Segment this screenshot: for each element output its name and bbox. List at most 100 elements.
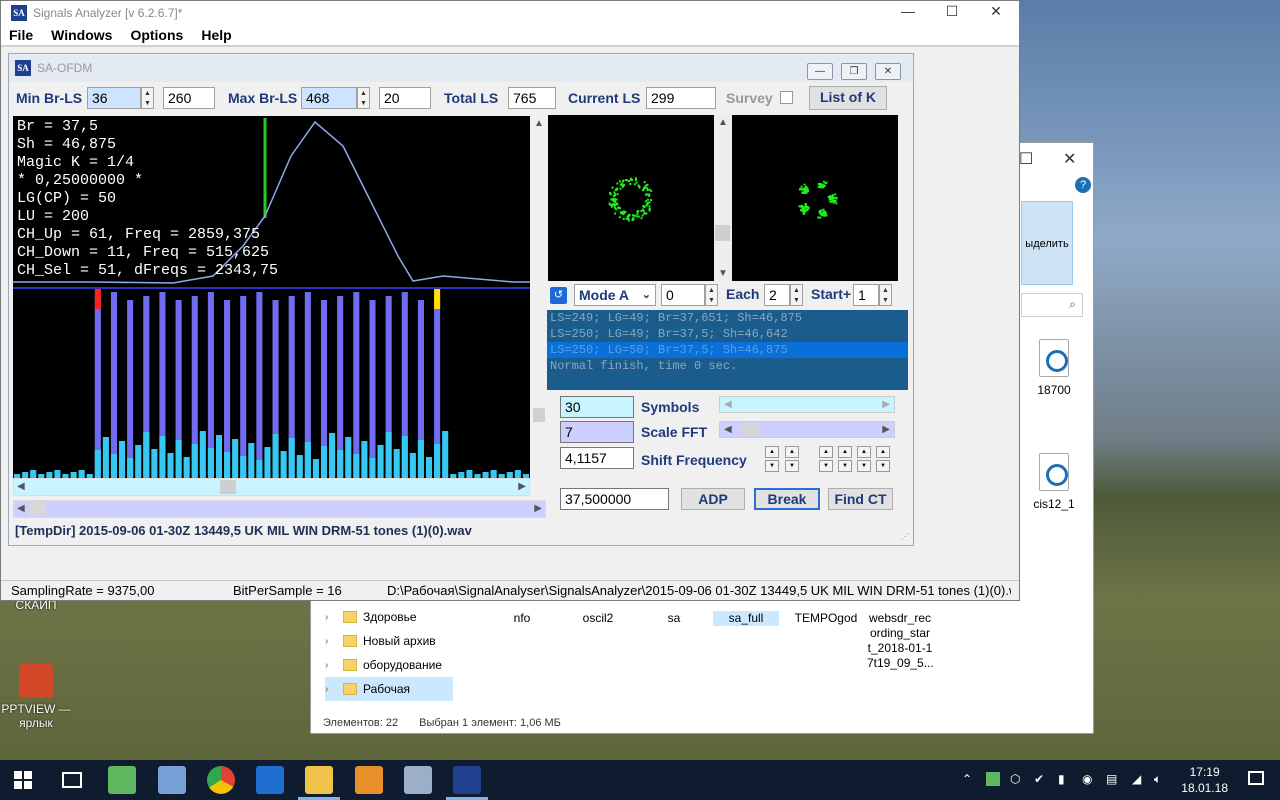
menu-windows[interactable]: Windows: [51, 27, 112, 43]
frequency-input[interactable]: 37,500000: [560, 488, 669, 510]
presentation-app-icon[interactable]: [355, 766, 383, 794]
list-item[interactable]: LS=250; LG=49; Br=37,5; Sh=46,642: [547, 326, 908, 342]
paint-app-icon[interactable]: [158, 766, 186, 794]
file-item[interactable]: 18700: [1021, 339, 1087, 398]
shift-fine2-down[interactable]: ▼: [838, 460, 852, 472]
file-item[interactable]: TEMPOgod: [793, 611, 859, 626]
plot-horizontal-scrollbar[interactable]: ◀ ▶: [13, 478, 530, 496]
file-item[interactable]: sa: [641, 611, 707, 626]
chrome-icon[interactable]: [207, 766, 235, 794]
shift-coarse2-down[interactable]: ▼: [785, 460, 799, 472]
edge-icon[interactable]: [256, 766, 284, 794]
shift-coarse2-up[interactable]: ▲: [785, 446, 799, 458]
scroll-thumb[interactable]: [220, 480, 236, 494]
select-ribbon-button[interactable]: ыделить: [1021, 201, 1073, 285]
min-br-ls-extra-input[interactable]: 260: [163, 87, 215, 109]
tray-battery-icon[interactable]: ▮: [1058, 772, 1065, 786]
plot-zoom-scrollbar[interactable]: ◀ ▶: [13, 500, 546, 518]
shift-fine2-up[interactable]: ▲: [838, 446, 852, 458]
tray-messenger-icon[interactable]: ◉: [1082, 772, 1092, 786]
tree-item-folder[interactable]: › Здоровье: [325, 605, 453, 629]
tree-item-folder[interactable]: › оборудование: [325, 653, 453, 677]
splitter-handle[interactable]: [533, 408, 545, 422]
start-stepper[interactable]: ▲ ▼: [879, 284, 892, 306]
start-windows-icon[interactable]: [14, 771, 32, 789]
symbols-slider[interactable]: ◀ ▶: [719, 396, 895, 413]
max-br-ls-extra-input[interactable]: 20: [379, 87, 431, 109]
list-item-selected[interactable]: LS=250; LG=50; Br=37,5; Sh=46,875: [547, 342, 908, 358]
menu-help[interactable]: Help: [201, 27, 231, 43]
plot-vertical-scrollbar[interactable]: ▲: [530, 116, 547, 480]
help-icon[interactable]: ?: [1075, 177, 1091, 193]
file-explorer-icon[interactable]: [305, 766, 333, 794]
utility-app-icon[interactable]: [404, 766, 432, 794]
shift-fine3-up[interactable]: ▲: [857, 446, 871, 458]
each-input[interactable]: 2: [764, 284, 790, 306]
minimize-icon[interactable]: —: [807, 63, 833, 80]
shift-frequency-input[interactable]: 4,1157: [560, 447, 634, 469]
taskbar-clock[interactable]: 17:19 18.01.18: [1181, 764, 1228, 796]
scroll-thumb[interactable]: [715, 225, 730, 241]
menu-file[interactable]: File: [9, 27, 33, 43]
result-log-list[interactable]: LS=249; LG=49; Br=37,651; Sh=46,875 LS=2…: [547, 310, 908, 390]
scroll-left-icon[interactable]: ◀: [17, 503, 25, 514]
desktop-icon-pptview[interactable]: PPTVIEW — ярлык: [0, 664, 72, 730]
min-br-ls-input[interactable]: 36: [87, 87, 141, 109]
scroll-left-icon[interactable]: ◀: [17, 481, 25, 492]
search-input[interactable]: ⌕: [1021, 293, 1083, 317]
maximize-icon[interactable]: ☐: [1019, 149, 1033, 169]
mode-select[interactable]: Mode A ⌄: [574, 284, 656, 306]
close-icon[interactable]: ✕: [875, 63, 901, 80]
file-item-selected[interactable]: sa_full: [713, 611, 779, 626]
menu-options[interactable]: Options: [130, 27, 183, 43]
scroll-right-icon[interactable]: ▶: [534, 503, 542, 514]
file-item[interactable]: oscil2: [565, 611, 631, 626]
scroll-down-icon[interactable]: ▼: [718, 268, 728, 279]
tray-language-icon[interactable]: ▤: [1106, 772, 1117, 786]
scroll-right-icon[interactable]: ▶: [518, 481, 526, 492]
signals-analyzer-taskbar-icon[interactable]: [453, 766, 481, 794]
constellation-scrollbar[interactable]: ▲ ▼: [714, 115, 731, 281]
scroll-right-icon[interactable]: ▶: [882, 399, 890, 410]
each-stepper[interactable]: ▲ ▼: [790, 284, 803, 306]
shift-fine1-down[interactable]: ▼: [819, 460, 833, 472]
mode-number-input[interactable]: 0: [661, 284, 705, 306]
close-icon[interactable]: ✕: [1063, 149, 1076, 169]
tree-item-folder-selected[interactable]: › Рабочая: [325, 677, 453, 701]
file-item[interactable]: websdr_rec ording_star t_2018-01-1 7t19_…: [867, 611, 934, 671]
tray-check-icon[interactable]: ✔: [1034, 772, 1044, 786]
close-icon[interactable]: ✕: [973, 3, 1019, 23]
shift-fine4-up[interactable]: ▲: [876, 446, 890, 458]
max-br-ls-input[interactable]: 468: [301, 87, 357, 109]
list-item[interactable]: LS=249; LG=49; Br=37,651; Sh=46,875: [547, 310, 908, 326]
tray-volume-icon[interactable]: 🔈︎: [1154, 772, 1161, 787]
maximize-icon[interactable]: ☐: [929, 3, 975, 23]
tree-item-folder[interactable]: › Новый архив: [325, 629, 453, 653]
minimize-icon[interactable]: —: [885, 3, 931, 23]
survey-checkbox[interactable]: [780, 91, 793, 104]
notifications-icon[interactable]: [1248, 771, 1264, 785]
tray-app-icon[interactable]: [986, 772, 1000, 786]
scroll-up-icon[interactable]: ▲: [534, 118, 544, 129]
spreadsheet-app-icon[interactable]: [108, 766, 136, 794]
shift-fine4-down[interactable]: ▼: [876, 460, 890, 472]
find-ct-button[interactable]: Find CT: [828, 488, 893, 510]
shift-coarse-up[interactable]: ▲: [765, 446, 779, 458]
resize-grip-icon[interactable]: ⋰: [901, 532, 909, 541]
min-br-ls-stepper[interactable]: ▲ ▼: [141, 87, 154, 109]
tray-shield-icon[interactable]: ⬡: [1010, 772, 1020, 786]
scroll-thumb[interactable]: [30, 502, 46, 516]
list-item[interactable]: Normal finish, time 0 sec.: [547, 358, 908, 374]
scroll-left-icon[interactable]: ◀: [724, 399, 732, 410]
restore-icon[interactable]: ❐: [841, 63, 867, 80]
break-button[interactable]: Break: [754, 488, 820, 510]
scroll-right-icon[interactable]: ▶: [882, 424, 890, 435]
mode-number-stepper[interactable]: ▲ ▼: [705, 284, 718, 306]
adp-button[interactable]: ADP: [681, 488, 745, 510]
tray-wifi-icon[interactable]: ◢: [1132, 772, 1141, 786]
shift-coarse-down[interactable]: ▼: [765, 460, 779, 472]
scale-fft-slider[interactable]: ◀ ▶: [719, 421, 895, 438]
scroll-left-icon[interactable]: ◀: [724, 424, 732, 435]
scale-fft-input[interactable]: 7: [560, 421, 634, 443]
symbols-input[interactable]: 30: [560, 396, 634, 418]
